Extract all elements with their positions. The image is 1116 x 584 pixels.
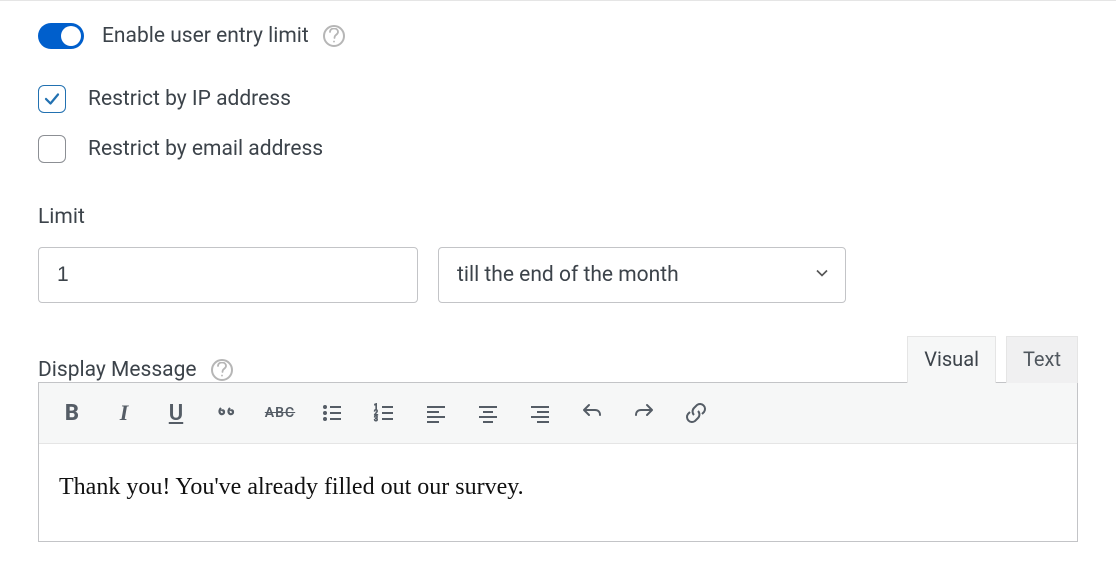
restrict-email-checkbox[interactable] <box>38 135 66 163</box>
bold-button[interactable]: B <box>47 393 97 433</box>
restrict-ip-checkbox[interactable] <box>38 85 66 113</box>
limit-label: Limit <box>38 205 1078 229</box>
editor-toolbar: B I U ABC 123 <box>39 383 1077 444</box>
ordered-list-button[interactable]: 123 <box>359 393 409 433</box>
link-button[interactable] <box>671 393 721 433</box>
limit-input[interactable] <box>38 247 418 303</box>
align-center-button[interactable] <box>463 393 513 433</box>
unordered-list-button[interactable] <box>307 393 357 433</box>
restrict-email-label: Restrict by email address <box>88 137 323 161</box>
enable-entry-limit-label: Enable user entry limit <box>102 24 309 48</box>
svg-text:3: 3 <box>374 415 378 423</box>
italic-button[interactable]: I <box>99 393 149 433</box>
help-icon[interactable] <box>211 359 233 381</box>
align-right-button[interactable] <box>515 393 565 433</box>
display-message-label: Display Message <box>38 358 233 382</box>
strikethrough-button[interactable]: ABC <box>255 393 305 433</box>
limit-period-select[interactable]: till the end of the month <box>438 247 846 303</box>
tab-visual[interactable]: Visual <box>907 336 996 383</box>
redo-button[interactable] <box>619 393 669 433</box>
underline-button[interactable]: U <box>151 393 201 433</box>
tab-text[interactable]: Text <box>1006 336 1078 383</box>
align-left-button[interactable] <box>411 393 461 433</box>
blockquote-button[interactable] <box>203 393 253 433</box>
enable-entry-limit-toggle[interactable] <box>38 23 84 49</box>
restrict-ip-label: Restrict by IP address <box>88 87 291 111</box>
toggle-knob <box>61 26 81 46</box>
undo-button[interactable] <box>567 393 617 433</box>
rich-text-editor: B I U ABC 123 <box>38 382 1078 542</box>
editor-content[interactable]: Thank you! You've already filled out our… <box>39 444 1077 541</box>
help-icon[interactable] <box>323 25 345 47</box>
